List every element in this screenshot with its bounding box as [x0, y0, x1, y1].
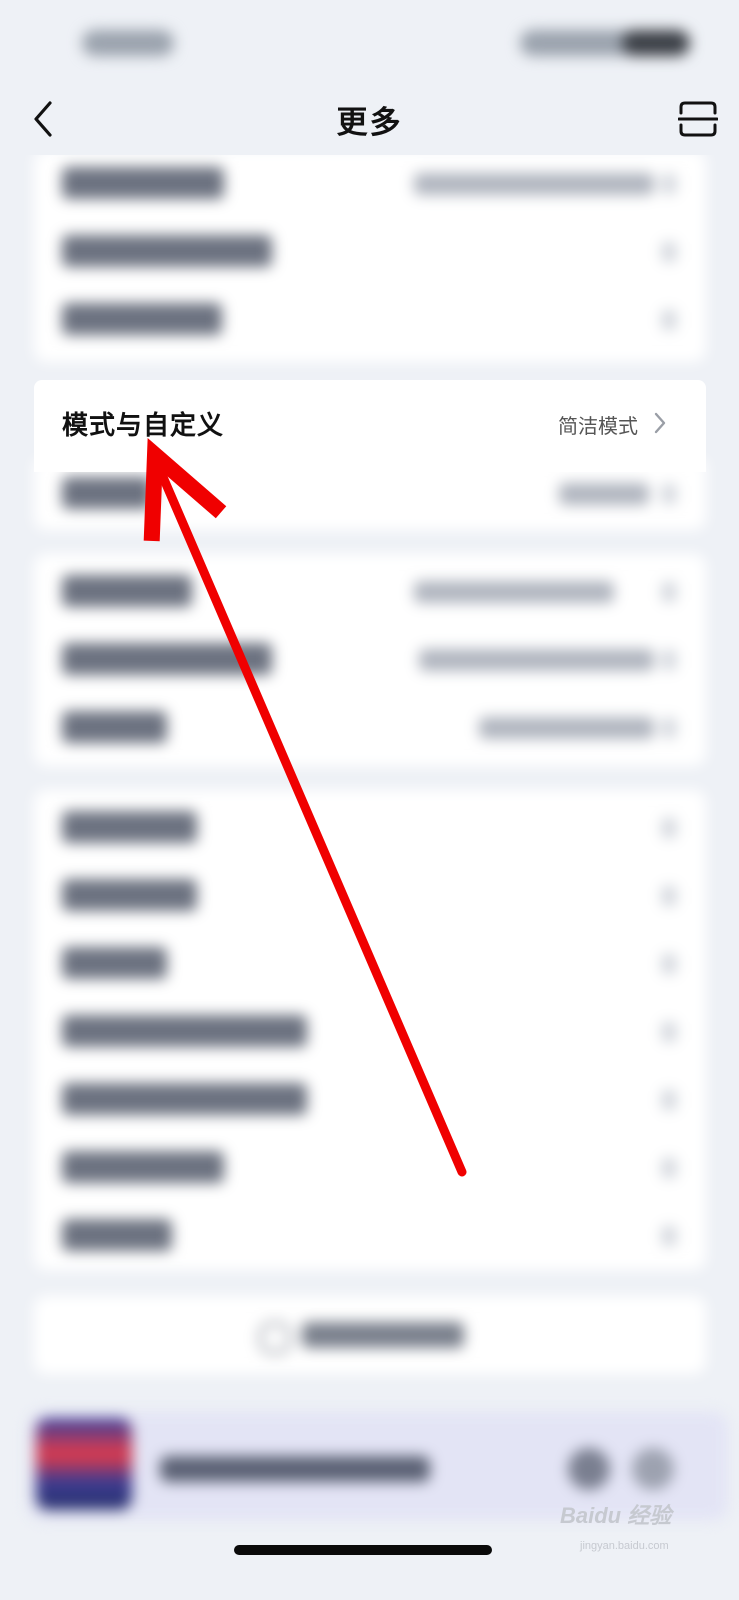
row-label	[62, 1219, 172, 1251]
status-time	[82, 30, 174, 56]
row-label	[62, 947, 167, 979]
row-label	[62, 477, 152, 509]
chevron-right-icon	[662, 242, 676, 262]
mode-customize-value: 简洁模式	[558, 416, 638, 438]
settings-row[interactable]	[34, 862, 706, 930]
settings-group-4	[34, 790, 706, 1270]
chevron-right-icon	[662, 310, 676, 330]
chevron-right-icon	[662, 1158, 676, 1178]
watermark: Baidu 经验	[560, 1503, 672, 1528]
chevron-right-icon	[662, 582, 676, 602]
album-cover	[36, 1418, 132, 1510]
row-label	[62, 303, 222, 335]
chevron-right-icon	[662, 650, 676, 670]
action-button-card[interactable]	[34, 1296, 706, 1374]
row-label	[62, 1083, 307, 1115]
chevron-right-icon	[662, 818, 676, 838]
chevron-right-icon	[654, 412, 666, 434]
row-label	[62, 811, 197, 843]
chevron-right-icon	[662, 174, 676, 194]
settings-row[interactable]	[34, 1202, 706, 1270]
row-value	[414, 581, 614, 603]
row-label	[62, 711, 167, 743]
settings-group-1	[34, 150, 706, 362]
chevron-right-icon	[662, 1226, 676, 1246]
action-label	[302, 1322, 464, 1348]
settings-row[interactable]	[34, 930, 706, 998]
mode-customize-label: 模式与自定义	[62, 410, 225, 440]
row-label	[62, 1015, 307, 1047]
settings-row[interactable]	[34, 694, 706, 762]
watermark-url: jingyan.baidu.com	[580, 1540, 669, 1552]
chevron-right-icon	[662, 718, 676, 738]
nav-bar: 更多	[0, 85, 739, 155]
row-value	[414, 173, 654, 195]
settings-group-3	[34, 554, 706, 766]
settings-row[interactable]	[34, 558, 706, 626]
row-label	[62, 1151, 224, 1183]
settings-row[interactable]	[34, 150, 706, 218]
scan-icon[interactable]	[678, 101, 718, 137]
status-bar	[0, 0, 739, 90]
row-value	[479, 717, 654, 739]
row-label	[62, 235, 272, 267]
row-label	[62, 167, 224, 199]
row-label	[62, 575, 192, 607]
action-icon	[259, 1322, 291, 1354]
settings-row[interactable]	[34, 794, 706, 862]
settings-row[interactable]	[34, 998, 706, 1066]
settings-row[interactable]	[34, 1066, 706, 1134]
home-indicator	[234, 1545, 492, 1555]
playlist-icon[interactable]	[632, 1448, 674, 1490]
row-value	[559, 483, 649, 505]
row-label	[62, 643, 272, 675]
page-title: 更多	[336, 105, 403, 140]
row-label	[62, 879, 197, 911]
row-value	[419, 649, 654, 671]
chevron-right-icon	[662, 1022, 676, 1042]
battery-icon	[622, 30, 690, 56]
player-title	[160, 1456, 430, 1482]
settings-row[interactable]	[34, 218, 706, 286]
chevron-right-icon	[662, 484, 676, 504]
chevron-right-icon	[662, 1090, 676, 1110]
settings-row[interactable]	[34, 286, 706, 354]
chevron-right-icon	[662, 886, 676, 906]
settings-row[interactable]	[34, 626, 706, 694]
play-pause-icon[interactable]	[568, 1448, 610, 1490]
settings-row[interactable]	[34, 1134, 706, 1202]
settings-row-mode-customize[interactable]: 模式与自定义 简洁模式	[34, 380, 706, 472]
chevron-right-icon	[662, 954, 676, 974]
